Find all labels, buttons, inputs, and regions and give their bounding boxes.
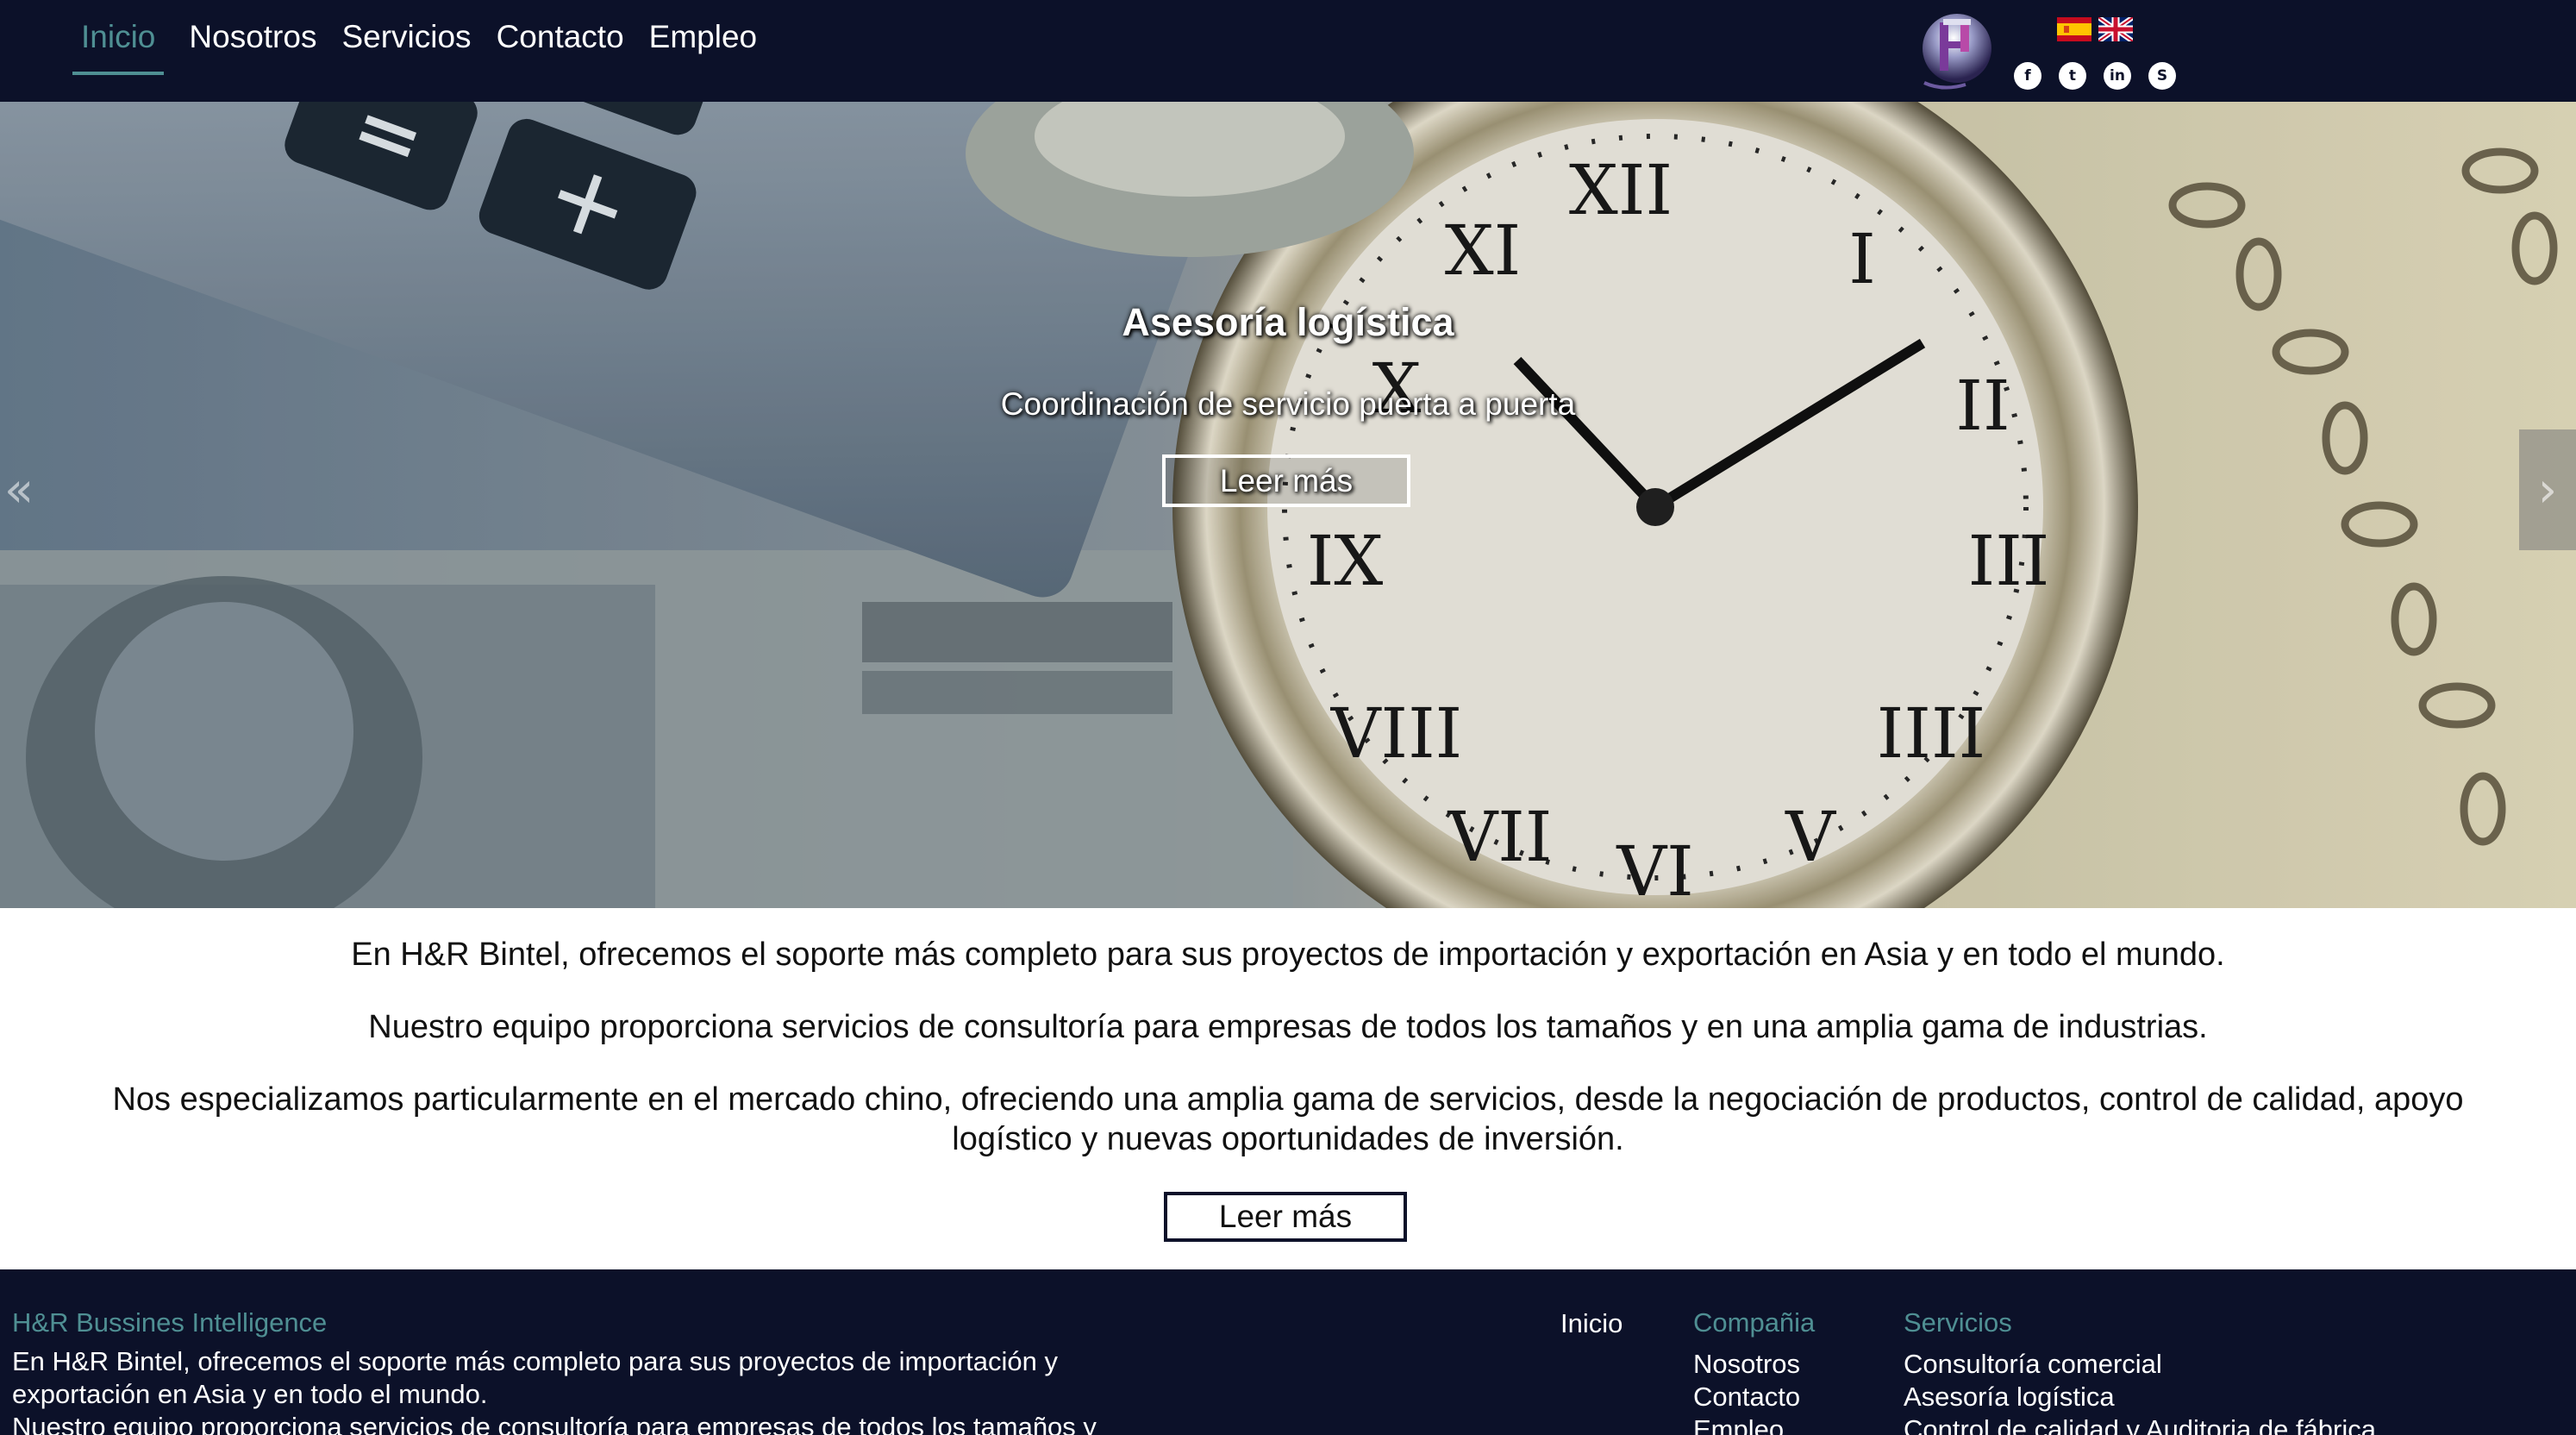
nav-link-inicio[interactable]: Inicio xyxy=(72,21,165,75)
footer-col-servicios: Servicios Consultoría comercial Asesoría… xyxy=(1904,1307,2376,1435)
nav-link-nosotros[interactable]: Nosotros xyxy=(189,21,316,53)
intro-paragraph: Nos especializamos particularmente en el… xyxy=(112,1081,2464,1157)
footer-link-inicio[interactable]: Inicio xyxy=(1560,1307,1623,1340)
nav-link-contacto[interactable]: Contacto xyxy=(497,21,624,53)
intro-paragraph: Nuestro equipo proporciona servicios de … xyxy=(368,1009,2208,1045)
carousel-prev-icon[interactable]: « xyxy=(0,429,38,550)
footer-link-nosotros[interactable]: Nosotros xyxy=(1693,1348,1815,1381)
intro-read-more-button[interactable]: Leer más xyxy=(1164,1192,1407,1242)
uk-flag-icon[interactable] xyxy=(2097,15,2135,44)
site-footer: H&R Bussines Intelligence En H&R Bintel,… xyxy=(0,1269,2576,1435)
footer-col-inicio: Inicio xyxy=(1560,1307,1623,1340)
intro-section: En H&R Bintel, ofrecemos el soporte más … xyxy=(52,935,2524,1192)
footer-col-compania: Compañia Nosotros Contacto Empleo xyxy=(1693,1307,1815,1435)
footer-about-title: H&R Bussines Intelligence xyxy=(12,1307,328,1338)
hr-bintel-logo-icon[interactable] xyxy=(1909,7,2000,93)
linkedin-icon[interactable]: in xyxy=(2104,62,2131,90)
twitter-icon[interactable]: t xyxy=(2059,62,2086,90)
top-navbar: Inicio Nosotros Servicios Contacto Emple… xyxy=(0,0,2576,102)
footer-about-line: En H&R Bintel, ofrecemos el soporte más … xyxy=(12,1346,1058,1409)
hero-carousel: XII I II III IIII V VI VII VIII IX X XI … xyxy=(0,102,2576,908)
footer-about-text: En H&R Bintel, ofrecemos el soporte más … xyxy=(12,1345,1185,1435)
footer-link-contacto[interactable]: Contacto xyxy=(1693,1381,1815,1413)
nav-link-servicios[interactable]: Servicios xyxy=(341,21,471,53)
footer-link-asesoria-logistica[interactable]: Asesoría logística xyxy=(1904,1381,2376,1413)
intro-paragraph: En H&R Bintel, ofrecemos el soporte más … xyxy=(351,937,2225,973)
nav-link-empleo[interactable]: Empleo xyxy=(649,21,757,53)
facebook-icon[interactable]: f xyxy=(2014,62,2041,90)
hero-read-more-button[interactable]: Leer más xyxy=(1162,454,1410,507)
hero-title: Asesoría logística xyxy=(1122,300,1454,344)
main-nav: Inicio Nosotros Servicios Contacto Emple… xyxy=(72,0,782,75)
footer-link-consultoria-comercial[interactable]: Consultoría comercial xyxy=(1904,1348,2376,1381)
footer-about-line: Nuestro equipo proporciona servicios de … xyxy=(12,1412,1097,1435)
footer-servicios-title: Servicios xyxy=(1904,1307,2012,1338)
footer-link-control-calidad[interactable]: Control de calidad y Auditoria de fábric… xyxy=(1904,1413,2376,1435)
footer-compania-title: Compañia xyxy=(1693,1307,1816,1338)
hero-subtitle: Coordinación de servicio puerta a puerta xyxy=(1000,386,1576,422)
footer-link-empleo[interactable]: Empleo xyxy=(1693,1413,1815,1435)
carousel-next-icon[interactable]: › xyxy=(2519,429,2576,550)
skype-icon[interactable]: S xyxy=(2148,62,2176,90)
spanish-flag-icon[interactable] xyxy=(2057,17,2091,41)
